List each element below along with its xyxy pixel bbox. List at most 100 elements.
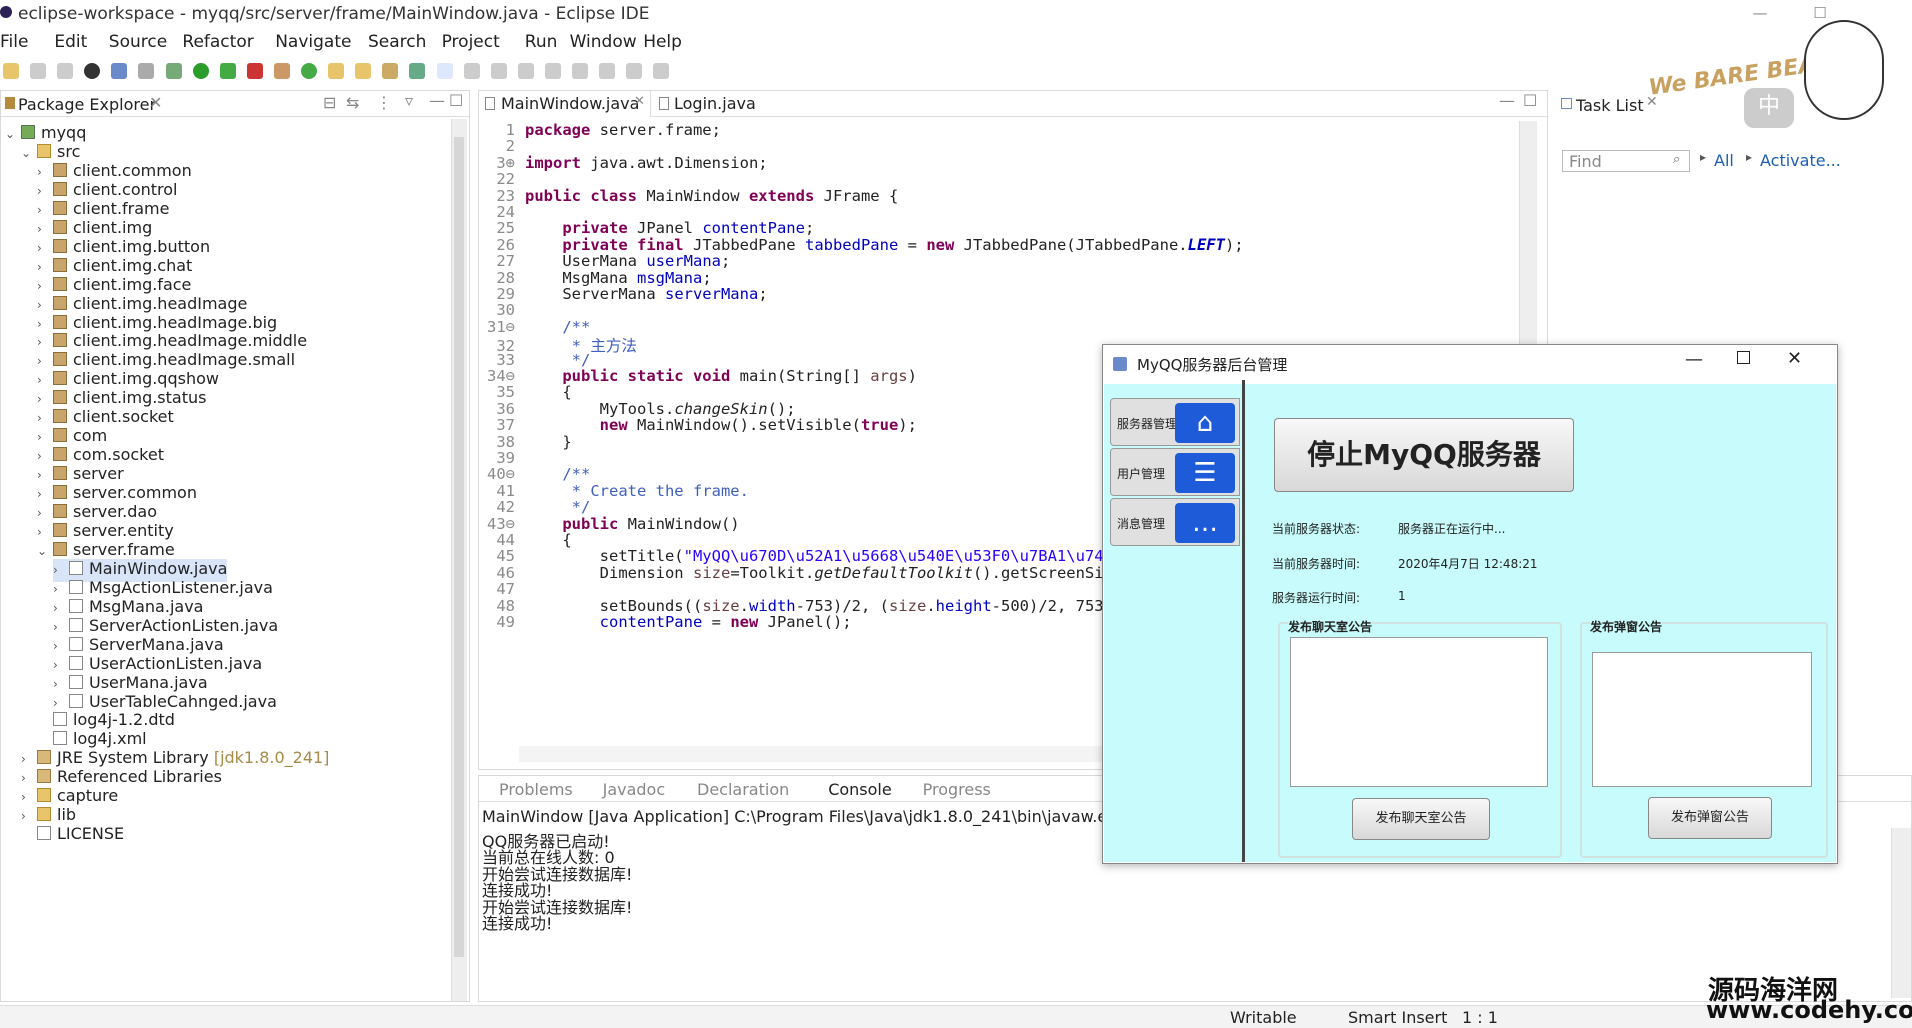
expand-arrow-icon[interactable]: ›: [37, 449, 53, 463]
tab-progress[interactable]: Progress: [923, 780, 991, 799]
expand-arrow-icon[interactable]: ›: [37, 373, 53, 387]
expand-arrow-icon[interactable]: ›: [53, 601, 69, 615]
expand-arrow-icon[interactable]: ›: [37, 354, 53, 368]
tab-javadoc[interactable]: Javadoc: [603, 780, 666, 799]
menu-edit[interactable]: Edit: [54, 32, 87, 52]
maximize-view-icon[interactable]: ☐: [1523, 91, 1537, 110]
debug-profile-icon[interactable]: [84, 63, 101, 79]
filter-icon[interactable]: ⋮: [376, 93, 392, 112]
search-icon[interactable]: [382, 63, 399, 79]
expand-arrow-icon[interactable]: ⌄: [21, 146, 37, 160]
expand-arrow-icon[interactable]: ›: [53, 563, 69, 577]
expand-arrow-icon[interactable]: ›: [37, 468, 53, 482]
expand-arrow-icon[interactable]: ›: [37, 506, 53, 520]
debug-icon[interactable]: [165, 63, 182, 79]
expand-arrow-icon[interactable]: ⌄: [5, 127, 21, 141]
last-edit-icon[interactable]: [599, 63, 616, 79]
menu-run[interactable]: Run: [525, 32, 558, 52]
prev-annotation-icon[interactable]: [571, 63, 588, 79]
expand-arrow-icon[interactable]: ›: [53, 639, 69, 653]
tab-declaration[interactable]: Declaration: [697, 780, 789, 799]
back-icon[interactable]: [626, 63, 643, 79]
tab-login[interactable]: Login.java: [659, 91, 759, 117]
menu-window[interactable]: Window: [570, 32, 637, 52]
expand-arrow-icon[interactable]: ›: [37, 335, 53, 349]
expand-arrow-icon[interactable]: ›: [37, 317, 53, 331]
expand-arrow-icon[interactable]: ›: [37, 430, 53, 444]
expand-arrow-icon[interactable]: ›: [21, 809, 37, 823]
expand-arrow-icon[interactable]: ›: [37, 298, 53, 312]
skip-breakpoints-icon[interactable]: [138, 63, 155, 79]
minimize-view-icon[interactable]: —: [1499, 91, 1515, 110]
maximize-button[interactable]: [1737, 351, 1750, 364]
tree-item[interactable]: LICENSE: [21, 824, 124, 847]
expand-arrow-icon[interactable]: ›: [21, 790, 37, 804]
view-menu-icon[interactable]: ▿: [405, 91, 413, 110]
expand-arrow-icon[interactable]: ›: [53, 620, 69, 634]
menu-navigate[interactable]: Navigate: [275, 32, 351, 52]
menu-refactor[interactable]: Refactor: [182, 32, 253, 52]
scrollbar-thumb[interactable]: [454, 137, 464, 957]
menu-help[interactable]: Help: [643, 32, 682, 52]
menu-project[interactable]: Project: [442, 32, 500, 52]
expand-arrow-icon[interactable]: ›: [37, 184, 53, 198]
console-scrollbar[interactable]: [1891, 828, 1911, 998]
tree-scrollbar[interactable]: [451, 119, 467, 1001]
expand-arrow-icon[interactable]: ›: [53, 696, 69, 710]
block-select-icon[interactable]: [490, 63, 507, 79]
expand-arrow-icon[interactable]: ›: [37, 411, 53, 425]
publish-popup-button[interactable]: 发布弹窗公告: [1648, 797, 1772, 839]
coverage-icon[interactable]: [219, 63, 236, 79]
chat-announcement-input[interactable]: [1290, 637, 1548, 787]
tab-user-manage[interactable]: 用户管理 ☰: [1110, 448, 1240, 496]
show-whitespace-icon[interactable]: [517, 63, 534, 79]
expand-arrow-icon[interactable]: ›: [53, 677, 69, 691]
link-editor-icon[interactable]: ⇆: [346, 93, 359, 112]
menu-search[interactable]: Search: [368, 32, 426, 52]
menu-source[interactable]: Source: [109, 32, 167, 52]
expand-arrow-icon[interactable]: ›: [53, 582, 69, 596]
close-tab-icon[interactable]: ✕: [634, 94, 645, 109]
publish-chat-button[interactable]: 发布聊天室公告: [1352, 798, 1490, 840]
stop-server-button[interactable]: 停止MyQQ服务器: [1274, 418, 1574, 492]
expand-arrow-icon[interactable]: ›: [37, 279, 53, 293]
expand-arrow-icon[interactable]: ›: [37, 487, 53, 501]
expand-arrow-icon[interactable]: ›: [21, 771, 37, 785]
expand-arrow-icon[interactable]: ›: [37, 203, 53, 217]
open-type-icon[interactable]: [328, 63, 345, 79]
new-class-icon[interactable]: [301, 63, 318, 79]
new-icon[interactable]: [3, 63, 19, 79]
new-java-project-icon[interactable]: [273, 63, 290, 79]
next-annotation-icon[interactable]: [544, 63, 561, 79]
expand-arrow-icon[interactable]: ›: [21, 752, 37, 766]
expand-arrow-icon[interactable]: ›: [37, 241, 53, 255]
expand-arrow-icon[interactable]: ›: [37, 392, 53, 406]
expand-arrow-icon[interactable]: ›: [37, 260, 53, 274]
minimize-button[interactable]: —: [1685, 349, 1703, 370]
forward-icon[interactable]: [653, 63, 670, 79]
tab-message-manage[interactable]: 消息管理 …: [1110, 498, 1240, 546]
word-wrap-icon[interactable]: [463, 63, 480, 79]
task-find-input[interactable]: Find ⌕: [1562, 150, 1690, 172]
close-button[interactable]: ✕: [1787, 348, 1802, 369]
all-link[interactable]: All: [1714, 151, 1734, 170]
tab-console[interactable]: Console: [828, 780, 892, 799]
popup-announcement-input[interactable]: [1592, 652, 1812, 787]
expand-arrow-icon[interactable]: ⌄: [37, 544, 53, 558]
terminal-icon[interactable]: [111, 63, 128, 79]
tab-server-manage[interactable]: 服务器管理 ⌂: [1110, 398, 1240, 446]
mark-occurrences-icon[interactable]: [436, 63, 453, 79]
activate-link[interactable]: Activate...: [1760, 151, 1841, 170]
collapse-all-icon[interactable]: ⊟: [323, 93, 336, 112]
expand-arrow-icon[interactable]: ›: [37, 165, 53, 179]
task-list-title[interactable]: Task List: [1576, 96, 1644, 115]
maximize-view-icon[interactable]: ☐: [449, 91, 463, 110]
package-explorer-title[interactable]: Package Explorer: [18, 95, 156, 114]
expand-arrow-icon[interactable]: ›: [37, 222, 53, 236]
open-task-icon[interactable]: [355, 63, 372, 79]
close-icon[interactable]: ✕: [149, 93, 162, 112]
expand-arrow-icon[interactable]: ›: [37, 525, 53, 539]
external-tools-icon[interactable]: [246, 63, 263, 79]
annotation-icon[interactable]: [409, 63, 426, 79]
save-all-icon[interactable]: [57, 63, 74, 79]
